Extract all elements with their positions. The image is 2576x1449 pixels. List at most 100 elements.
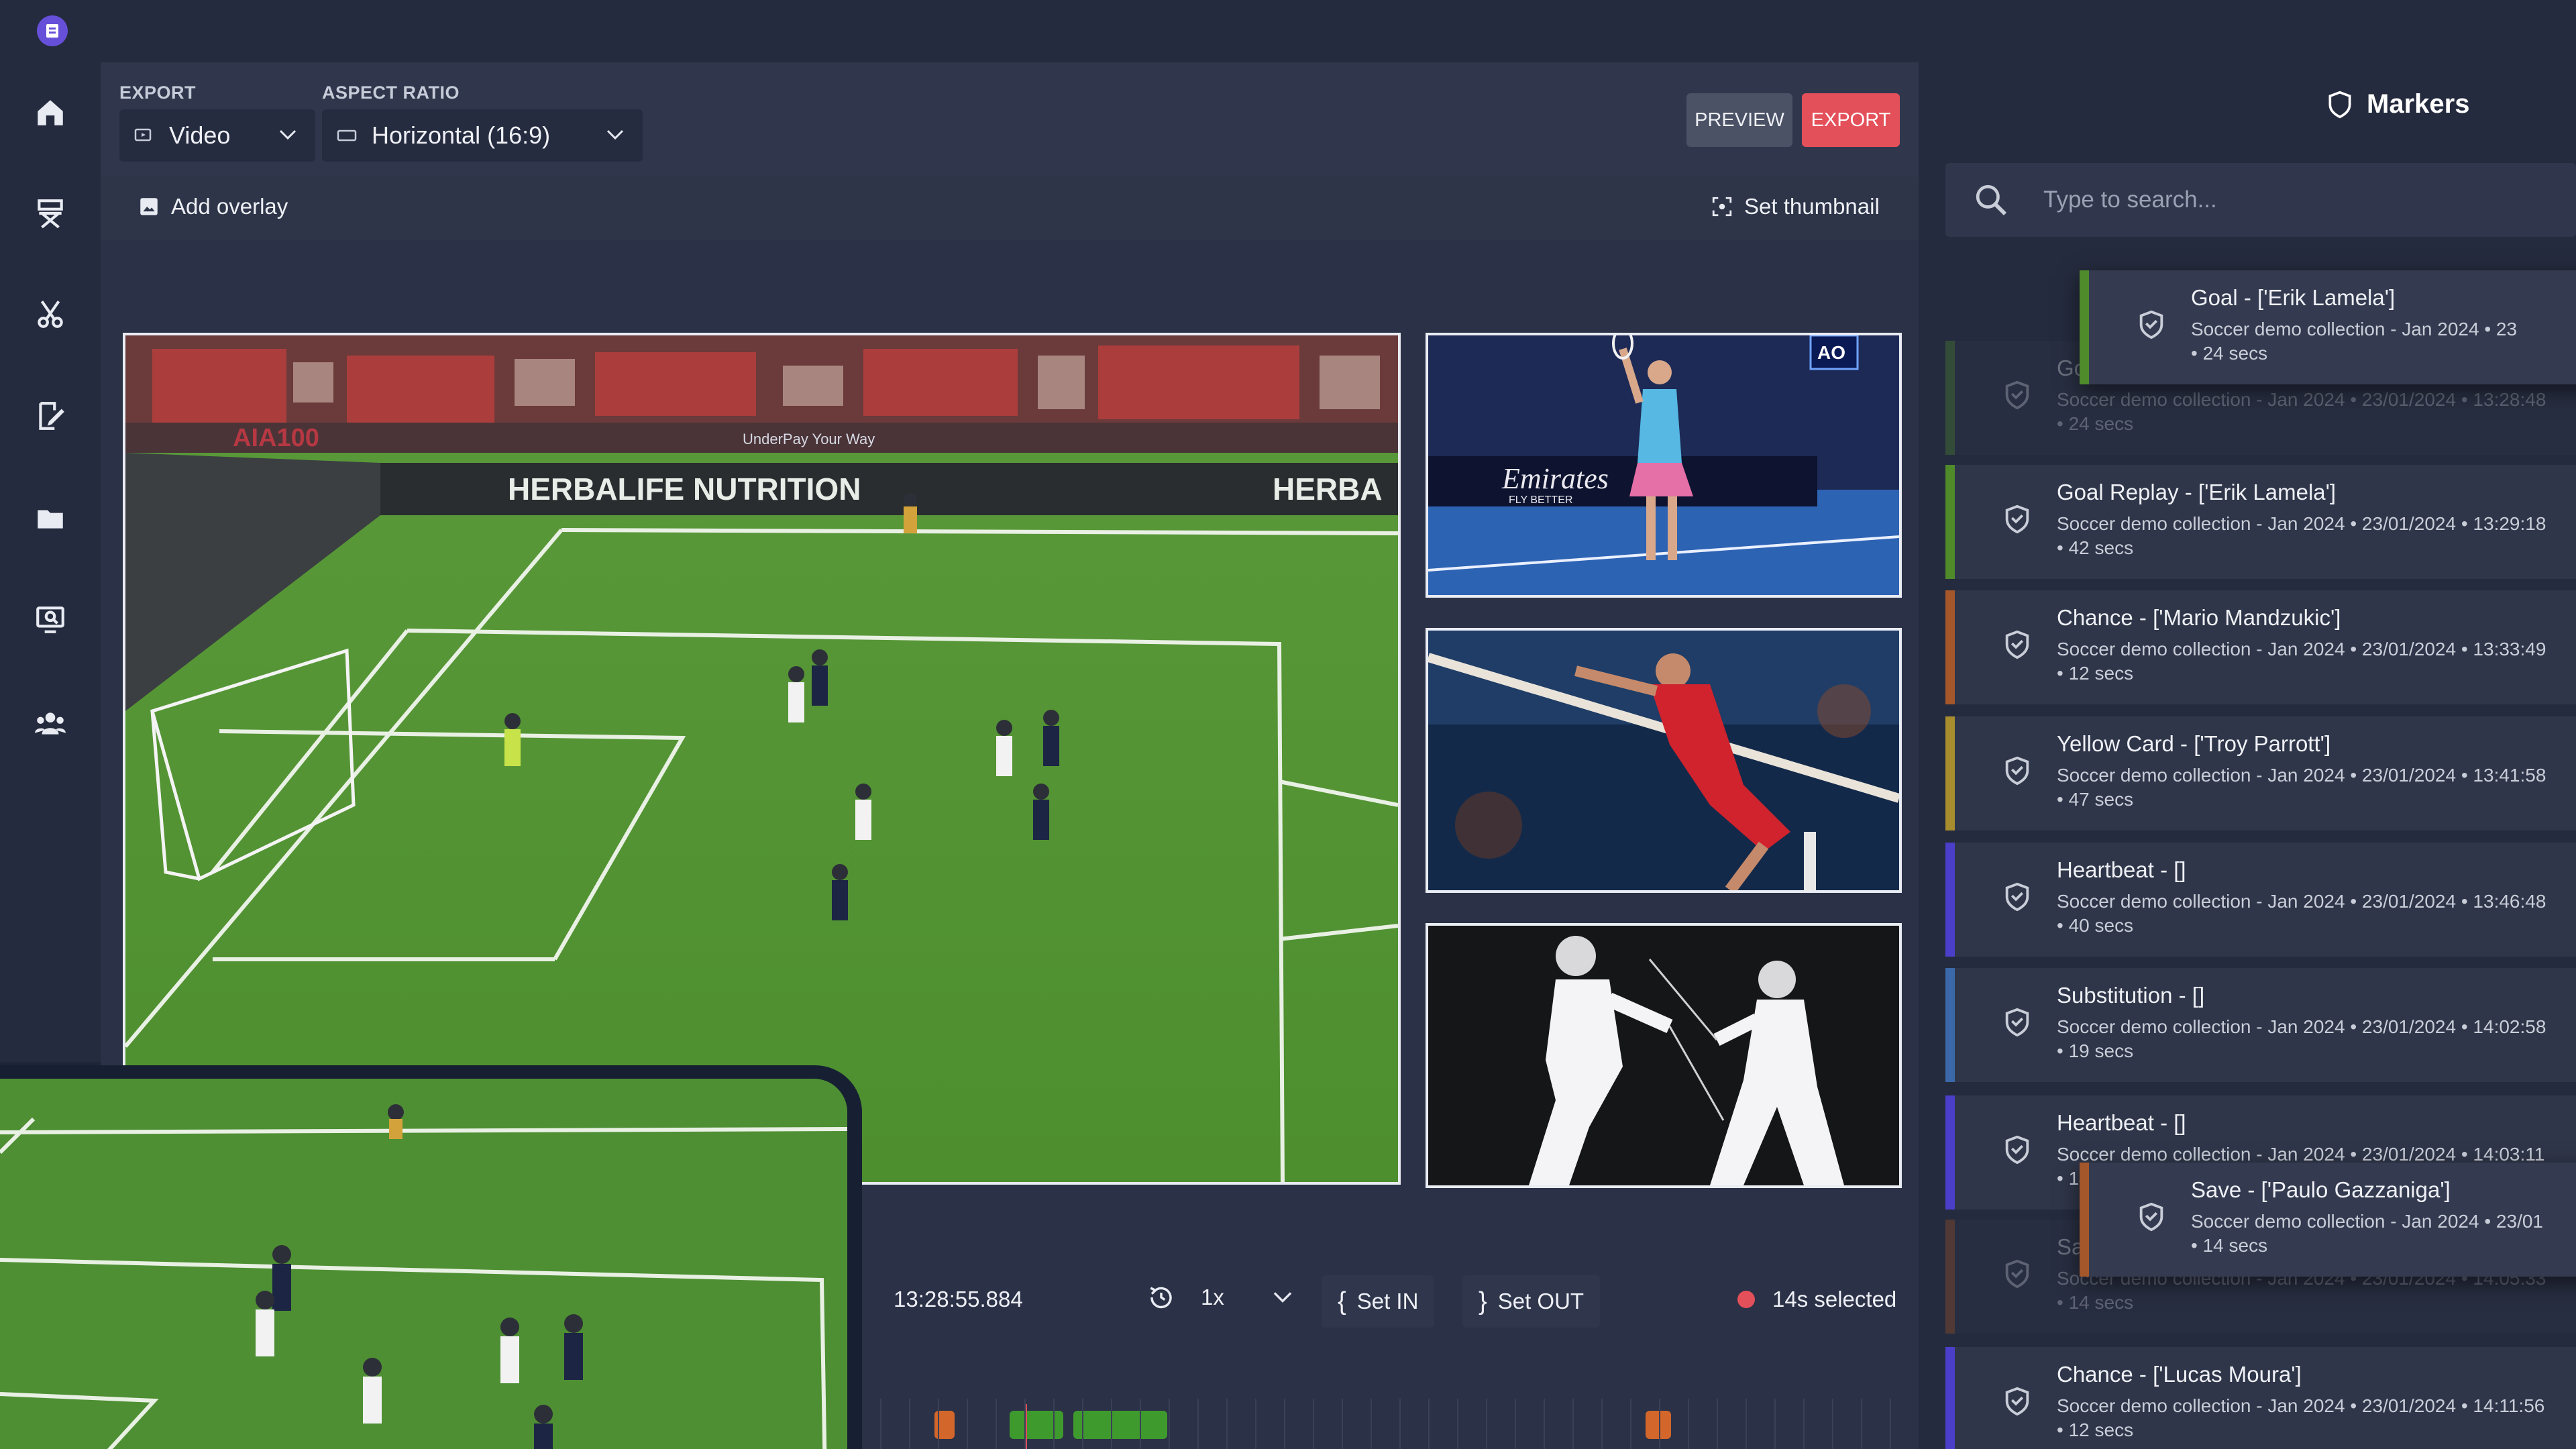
marker-meta: Soccer demo collection - Jan 2024 • 23/0…: [2057, 1395, 2545, 1416]
marker-duration: • 42 secs: [2057, 537, 2134, 558]
set-out-button[interactable]: } Set OUT: [1462, 1275, 1601, 1328]
search-placeholder: Type to search...: [2043, 186, 2217, 213]
thumbnail-tennis[interactable]: Emirates FLY BETTER AO: [1426, 333, 1902, 598]
shield-icon: [2002, 1007, 2033, 1040]
add-image-icon: [140, 198, 158, 215]
marker-card[interactable]: Yellow Card - ['Troy Parrott'] Soccer dem…: [1945, 716, 2576, 830]
marker-title: Substitution - []: [2057, 983, 2205, 1008]
marker-card[interactable]: Chance - ['Lucas Moura'] Soccer demo coll…: [1945, 1347, 2576, 1449]
focus-icon: [1712, 197, 1732, 217]
marker-title: Chance - ['Lucas Moura']: [2057, 1362, 2302, 1387]
marker-card[interactable]: Goal Replay - ['Erik Lamela'] Soccer demo…: [1945, 465, 2576, 579]
export-toolbar: EXPORT Video ASPECT RATIO Horizontal (16…: [101, 62, 1919, 176]
video-icon: [134, 128, 152, 142]
set-thumbnail-label: Set thumbnail: [1744, 194, 1880, 219]
left-nav-rail: [0, 62, 101, 1062]
markers-title: Markers: [2367, 89, 2470, 119]
set-in-button[interactable]: { Set IN: [1322, 1275, 1435, 1328]
top-bar: [0, 0, 2576, 62]
markers-panel: Markers Type to search... Goal - ['Erik …: [1919, 62, 2576, 1449]
marker-title: Heartbeat - []: [2057, 857, 2186, 882]
gymnastics-scene: [1428, 631, 1899, 890]
add-overlay-button[interactable]: Add overlay: [138, 194, 288, 219]
marker-duration: • 24 secs: [2191, 343, 2268, 364]
fencing-scene: [1428, 926, 1899, 1185]
export-type-value: Video: [169, 121, 231, 149]
soccer-closeup-scene: [0, 1079, 847, 1449]
preview-button[interactable]: PREVIEW: [1686, 93, 1792, 147]
edit-document-icon[interactable]: [30, 396, 70, 436]
timecode-display: 13:28:55.884: [894, 1287, 1023, 1311]
marker-title: Heartbeat - []: [2057, 1110, 2186, 1135]
shield-icon: [2002, 629, 2033, 663]
overlay-bar: Add overlay Set thumbnail: [101, 176, 1919, 240]
speed-value: 1x: [1201, 1285, 1224, 1309]
tennis-ao-logo: AO: [1817, 342, 1845, 363]
shield-icon: [2002, 1258, 2033, 1292]
scissors-icon[interactable]: [30, 294, 70, 334]
marker-meta: Soccer demo collection - Jan 2024 • 23/0…: [2057, 891, 2546, 912]
history-icon: [1150, 1287, 1172, 1309]
marker-meta: Soccer demo collection - Jan 2024 • 23/0…: [2057, 389, 2546, 410]
marker-title: Save - ['Paulo Gazzaniga']: [2191, 1177, 2451, 1202]
selection-status-label: 14s selected: [1772, 1287, 1897, 1311]
overlay-phone-preview: [0, 1065, 862, 1449]
marker-duration: • 14 secs: [2191, 1235, 2268, 1256]
thumbnail-fencing[interactable]: [1426, 923, 1902, 1188]
marker-duration: • 12 secs: [2057, 663, 2134, 684]
set-out-label: Set OUT: [1497, 1289, 1585, 1313]
set-in-label: Set IN: [1356, 1289, 1419, 1313]
marker-duration: • 12 secs: [2057, 1419, 2134, 1440]
marker-meta: Soccer demo collection - Jan 2024 • 23/0…: [2057, 765, 2546, 786]
shield-icon: [2002, 1134, 2033, 1168]
marker-meta: Soccer demo collection - Jan 2024 • 23/0…: [2057, 513, 2546, 534]
marker-duration: • 40 secs: [2057, 915, 2134, 936]
brace-open-icon: {: [1338, 1287, 1346, 1316]
marker-card[interactable]: Goal - ['Erik Lamela'] Soccer demo collec…: [2080, 270, 2576, 384]
shield-icon: [2002, 1386, 2033, 1419]
shield-icon: [2002, 504, 2033, 537]
export-type-select[interactable]: Video: [119, 109, 315, 162]
markers-heading: Markers: [2325, 89, 2469, 119]
chevron-down-icon: [279, 129, 297, 140]
shield-icon: [2002, 380, 2033, 413]
marker-meta: Soccer demo collection - Jan 2024 • 23/0…: [2057, 1016, 2546, 1037]
export-label: EXPORT: [119, 83, 197, 103]
app-logo-icon[interactable]: [37, 15, 68, 46]
record-dot-icon: [1737, 1291, 1755, 1308]
set-thumbnail-button[interactable]: Set thumbnail: [1711, 194, 1880, 219]
marker-card[interactable]: Heartbeat - [] Soccer demo collection - J…: [1945, 843, 2576, 957]
marker-card[interactable]: Substitution - [] Soccer demo collection …: [1945, 968, 2576, 1082]
chevron-down-icon: [1273, 1292, 1292, 1303]
shield-icon: [2328, 91, 2351, 118]
playback-speed-control[interactable]: 1x: [1147, 1283, 1294, 1311]
shield-icon: [2136, 309, 2167, 343]
thumbnail-gymnastics[interactable]: [1426, 628, 1902, 893]
home-icon[interactable]: [30, 93, 70, 133]
director-chair-icon[interactable]: [30, 193, 70, 233]
marker-search-box[interactable]: Type to search...: [1945, 163, 2576, 237]
export-button[interactable]: EXPORT: [1802, 93, 1900, 147]
marker-meta: Soccer demo collection - Jan 2024 • 23: [2191, 319, 2518, 339]
chevron-down-icon: [606, 129, 624, 140]
folder-icon[interactable]: [30, 498, 70, 539]
timeline-ruler[interactable]: [765, 1399, 1919, 1449]
marker-title: Goal Replay - ['Erik Lamela']: [2057, 480, 2337, 504]
tennis-sponsor-sub: FLY BETTER: [1509, 494, 1572, 506]
marker-title: Chance - ['Mario Mandzukic']: [2057, 605, 2341, 630]
team-icon[interactable]: [30, 703, 70, 743]
marker-card[interactable]: Save - ['Paulo Gazzaniga'] Soccer demo co…: [2080, 1163, 2576, 1277]
marker-duration: • 19 secs: [2057, 1040, 2134, 1061]
hoarding-left-text: AIA100: [233, 424, 319, 452]
add-overlay-label: Add overlay: [171, 194, 288, 219]
marker-title: Yellow Card - ['Troy Parrott']: [2057, 731, 2331, 756]
brace-close-icon: }: [1479, 1287, 1487, 1316]
shield-icon: [2002, 755, 2033, 789]
landscape-icon: [337, 129, 357, 142]
aspect-ratio-select[interactable]: Horizontal (16:9): [322, 109, 643, 162]
marker-duration: • 24 secs: [2057, 413, 2134, 434]
main-video-preview[interactable]: AIA100 UnderPay Your Way HERBALIFE NUTRI…: [123, 333, 1401, 1185]
marker-card[interactable]: Chance - ['Mario Mandzukic'] Soccer demo …: [1945, 590, 2576, 704]
screen-search-icon[interactable]: [30, 599, 70, 639]
aspect-ratio-value: Horizontal (16:9): [372, 121, 551, 149]
